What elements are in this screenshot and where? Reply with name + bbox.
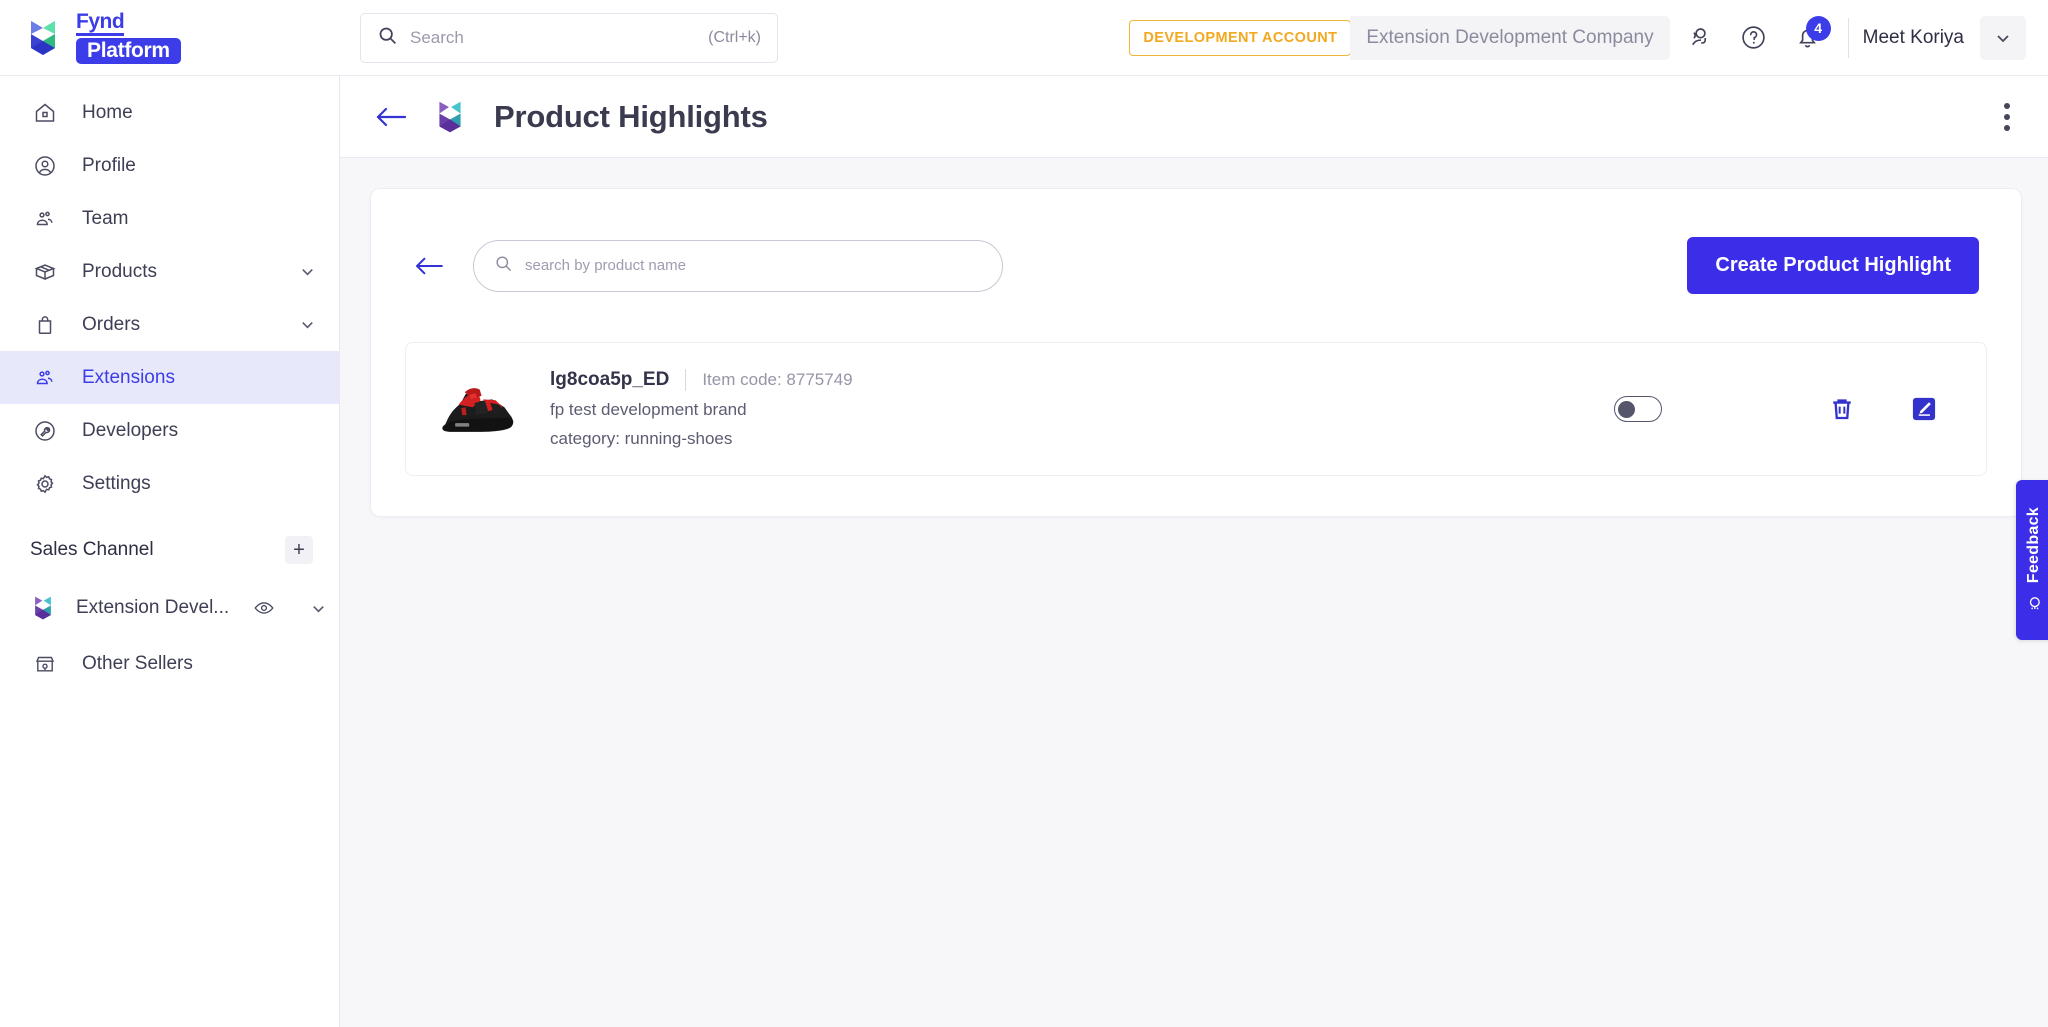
sidebar-channel-other-sellers[interactable]: Other Sellers xyxy=(0,636,339,692)
user-name-label: Meet Koriya xyxy=(1862,26,1964,48)
user-circle-icon xyxy=(30,154,60,178)
main-area: Product Highlights search by product nam… xyxy=(340,76,2048,1027)
eye-icon[interactable] xyxy=(253,597,275,619)
product-thumbnail xyxy=(434,374,522,444)
sidebar: Home Profile Team Products Orders Extens… xyxy=(0,76,340,1027)
sidebar-item-label: Products xyxy=(82,260,157,282)
content-area: Create Product Highlight xyxy=(340,158,2048,1027)
top-bar-right: DEVELOPMENT ACCOUNT Extension Developmen… xyxy=(1129,0,2048,75)
global-search[interactable]: (Ctrl+k) xyxy=(360,12,778,63)
sidebar-item-developers[interactable]: Developers xyxy=(0,404,339,457)
search-input[interactable] xyxy=(410,27,697,48)
gear-icon xyxy=(30,472,60,496)
notification-count-badge: 4 xyxy=(1805,15,1831,41)
sales-channel-section: Sales Channel + xyxy=(0,520,339,580)
sidebar-item-label: Settings xyxy=(82,472,151,494)
sidebar-item-team[interactable]: Team xyxy=(0,192,339,245)
brand-logo-area[interactable]: Fynd Platform xyxy=(0,11,340,64)
sidebar-item-label: Home xyxy=(82,101,133,123)
user-menu-chevron-down-icon[interactable] xyxy=(1980,15,2026,60)
top-bar: Fynd Platform (Ctrl+k) DEVELOPMENT ACCOU… xyxy=(0,0,2048,76)
people-icon xyxy=(30,207,60,231)
product-info: lg8coa5p_ED Item code: 8775749 fp test d… xyxy=(550,369,853,449)
chevron-down-icon[interactable] xyxy=(298,315,317,334)
product-item-code: Item code: 8775749 xyxy=(702,370,853,389)
box-icon xyxy=(30,260,60,284)
store-icon xyxy=(28,652,62,676)
sidebar-item-home[interactable]: Home xyxy=(0,86,339,139)
page-title: Product Highlights xyxy=(494,98,768,134)
home-icon xyxy=(30,101,60,125)
bell-icon[interactable]: 4 xyxy=(1784,14,1832,62)
sidebar-item-label: Profile xyxy=(82,154,136,176)
sidebar-item-label: Team xyxy=(82,207,129,229)
product-search-input[interactable] xyxy=(525,257,982,274)
sidebar-channel-extension-development[interactable]: Extension Devel... xyxy=(0,580,339,636)
question-circle-icon[interactable] xyxy=(1730,14,1778,62)
divider xyxy=(685,369,687,391)
divider xyxy=(1847,17,1849,58)
search-shortcut-hint: (Ctrl+k) xyxy=(708,28,761,46)
sidebar-item-products[interactable]: Products xyxy=(0,245,339,298)
toolbar-back-arrow-left-icon[interactable] xyxy=(413,255,445,277)
sidebar-item-label: Developers xyxy=(82,419,179,441)
lightbulb-icon xyxy=(2024,593,2044,613)
sidebar-item-label: Orders xyxy=(82,313,141,335)
brand-fynd-text: Fynd xyxy=(76,11,125,36)
card-toolbar: Create Product Highlight xyxy=(405,215,1987,300)
product-category: category: running-shoes xyxy=(550,429,733,448)
product-name: lg8coa5p_ED xyxy=(550,369,670,390)
company-name-pill[interactable]: Extension Development Company xyxy=(1350,15,1670,60)
development-account-badge: DEVELOPMENT ACCOUNT xyxy=(1129,19,1352,56)
product-search[interactable] xyxy=(473,239,1003,292)
people-icon xyxy=(30,366,60,390)
product-highlights-card: Create Product Highlight xyxy=(370,188,2022,517)
feedback-label: Feedback xyxy=(2025,506,2042,584)
channel-label: Other Sellers xyxy=(82,653,193,674)
extension-heart-logo-icon xyxy=(28,594,58,622)
sidebar-item-profile[interactable]: Profile xyxy=(0,139,339,192)
row-actions xyxy=(1614,386,1952,432)
search-icon xyxy=(377,25,398,51)
kebab-menu-icon[interactable] xyxy=(1994,95,2020,139)
sidebar-item-settings[interactable]: Settings xyxy=(0,457,339,510)
product-title-line: lg8coa5p_ED Item code: 8775749 xyxy=(550,369,853,391)
product-status-toggle[interactable] xyxy=(1614,396,1662,422)
table-row: lg8coa5p_ED Item code: 8775749 fp test d… xyxy=(405,342,1987,476)
page-header: Product Highlights xyxy=(340,76,2048,158)
brand-platform-text: Platform xyxy=(76,38,181,64)
edit-pencil-icon[interactable] xyxy=(1896,386,1952,432)
chevron-down-icon[interactable] xyxy=(309,599,328,618)
fynd-heart-logo-icon xyxy=(20,17,66,59)
page-extension-heart-logo-icon xyxy=(430,97,472,137)
page-back-arrow-left-icon[interactable] xyxy=(374,105,408,129)
sidebar-item-label: Extensions xyxy=(82,366,175,388)
product-brand: fp test development brand xyxy=(550,400,747,419)
plus-icon[interactable]: + xyxy=(285,536,313,564)
sidebar-item-orders[interactable]: Orders xyxy=(0,298,339,351)
sales-channel-title: Sales Channel xyxy=(30,539,154,560)
feedback-tab[interactable]: Feedback xyxy=(2016,480,2048,640)
create-product-highlight-button[interactable]: Create Product Highlight xyxy=(1687,237,1979,294)
sidebar-item-extensions[interactable]: Extensions xyxy=(0,351,339,404)
toggle-knob xyxy=(1618,400,1635,418)
channel-label: Extension Devel... xyxy=(76,597,230,618)
support-headset-icon[interactable] xyxy=(1676,14,1724,62)
chevron-down-icon[interactable] xyxy=(298,262,317,281)
bag-icon xyxy=(30,313,60,337)
wrench-circle-icon xyxy=(30,419,60,443)
brand-wordmark: Fynd Platform xyxy=(76,11,181,64)
body-row: Home Profile Team Products Orders Extens… xyxy=(0,76,2048,1027)
search-icon xyxy=(494,254,513,278)
trash-icon[interactable] xyxy=(1814,386,1870,432)
